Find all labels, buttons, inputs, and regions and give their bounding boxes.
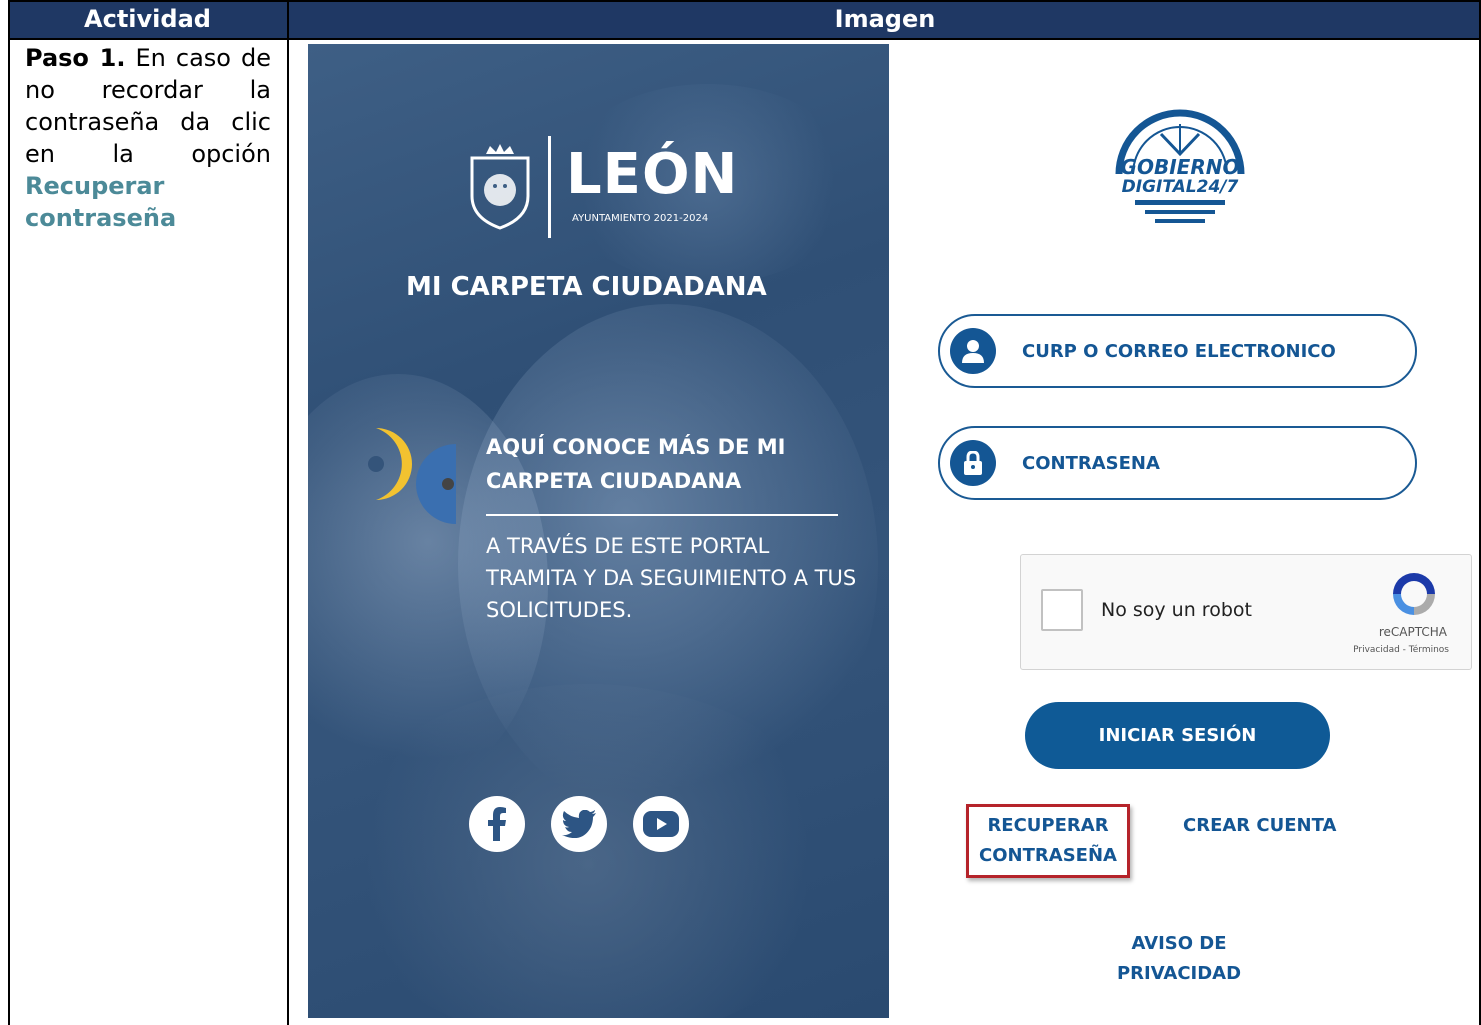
privacy-notice-link[interactable]: AVISO DE PRIVACIDAD: [1089, 929, 1269, 989]
table-header-divider: [8, 38, 1481, 40]
user-icon: [950, 328, 996, 374]
twitter-icon[interactable]: [551, 796, 607, 852]
password-placeholder: CONTRASENA: [1022, 452, 1160, 474]
login-button[interactable]: INICIAR SESIÓN: [1025, 702, 1330, 769]
table-border-middle: [287, 0, 289, 1025]
lock-icon: [950, 440, 996, 486]
recaptcha-links[interactable]: Privacidad - Términos: [1353, 645, 1449, 655]
hero-title: MI CARPETA CIUDADANA: [406, 272, 767, 302]
svg-text:DIGITAL24/7: DIGITAL24/7: [1122, 177, 1239, 197]
promo-text: A TRAVÉS DE ESTE PORTAL TRAMITA Y DA SEG…: [486, 534, 857, 622]
table-border-left: [8, 0, 10, 1025]
step-instruction: Paso 1. En caso de no recordar la contra…: [25, 42, 271, 234]
captcha-label: No soy un robot: [1101, 599, 1252, 621]
step-link-text: Recuperar contraseña: [25, 172, 177, 232]
captcha-checkbox[interactable]: [1041, 589, 1083, 631]
recover-password-link[interactable]: RECUPERAR CONTRASEÑA: [968, 811, 1128, 871]
youtube-icon[interactable]: [633, 796, 689, 852]
decorative-circles-icon: [368, 428, 456, 524]
leon-crest-icon: [470, 144, 530, 230]
gobierno-digital-logo: GOBIERNO DIGITAL24/7: [1115, 109, 1245, 223]
table-border-top: [8, 0, 1481, 2]
curp-email-placeholder: CURP O CORREO ELECTRONICO: [1022, 340, 1336, 362]
brand-name: LEÓN: [566, 142, 739, 207]
step-label: Paso 1.: [25, 44, 126, 72]
brand-subtitle: AYUNTAMIENTO 2021-2024: [572, 213, 709, 224]
login-panel: GOBIERNO DIGITAL24/7 CURP O CORREO ELECT…: [889, 44, 1479, 1018]
header-image: Imagen: [289, 0, 1481, 38]
header-activity: Actividad: [8, 0, 287, 38]
curp-email-input[interactable]: CURP O CORREO ELECTRONICO: [938, 314, 1417, 388]
brand-separator: [548, 136, 551, 238]
recaptcha-icon: [1393, 573, 1435, 615]
promo-heading: AQUÍ CONOCE MÁS DE MI CARPETA CIUDADANA: [486, 435, 786, 493]
password-input[interactable]: CONTRASENA: [938, 426, 1417, 500]
create-account-link[interactable]: CREAR CUENTA: [1183, 811, 1336, 841]
promo-divider: [486, 514, 838, 516]
hero-photo-panel: LEÓN AYUNTAMIENTO 2021-2024 MI CARPETA C…: [308, 44, 889, 1018]
recaptcha-brand: reCAPTCHA: [1378, 625, 1447, 639]
facebook-icon[interactable]: [469, 796, 525, 852]
recaptcha-widget: No soy un robot reCAPTCHA Privacidad - T…: [1020, 554, 1472, 670]
svg-text:GOBIERNO: GOBIERNO: [1121, 155, 1240, 179]
